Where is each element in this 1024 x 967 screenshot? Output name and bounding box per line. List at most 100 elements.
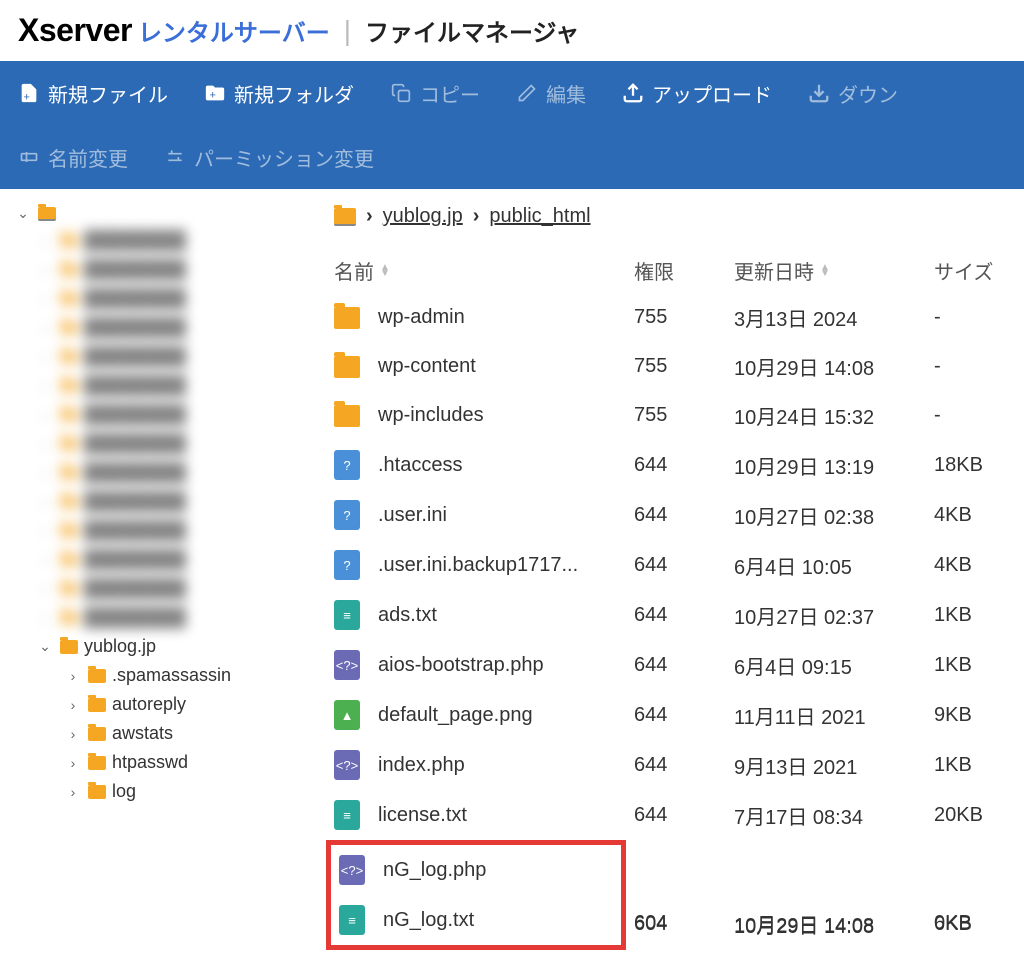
toolbar-upload-button[interactable]: アップロード [622, 79, 772, 108]
folder-icon [88, 756, 106, 770]
tree-item-yublogjp[interactable]: ⌄ yublog.jp [8, 632, 312, 661]
chevron-right-icon[interactable]: › [64, 726, 82, 742]
file-name: .user.ini.backup1717... [378, 554, 578, 577]
file-row[interactable]: <?>index.php6449月13日 20211KB [334, 740, 1024, 790]
file-perm: 644 [634, 554, 734, 577]
toolbar-label: アップロード [652, 79, 772, 108]
tree-item-hidden: ›████████ [8, 516, 312, 545]
breadcrumb-folder-icon [334, 208, 356, 226]
tree-item-hidden: ›████████ [8, 458, 312, 487]
toolbar-label: 新規フォルダ [234, 79, 354, 108]
file-name: default_page.png [378, 704, 533, 727]
file-name: index.php [378, 754, 465, 777]
chevron-right-icon[interactable]: › [64, 697, 82, 713]
upload-icon [622, 82, 644, 104]
column-header-size[interactable]: サイズ [934, 256, 1024, 285]
file-row[interactable]: ?.user.ini.backup1717...6446月4日 10:054KB [334, 540, 1024, 590]
main-panel: › yublog.jp › public_html 名前 ▲▼ 権限 更新日時 … [320, 189, 1024, 956]
breadcrumb-item-1[interactable]: public_html [489, 205, 590, 228]
txt-icon: ≡ [339, 905, 365, 935]
tree-item-label: log [112, 781, 136, 802]
tree-item-hidden: ›████████ [8, 342, 312, 371]
tree-item-autoreply[interactable]: ›autoreply [8, 690, 312, 719]
breadcrumb-item-0[interactable]: yublog.jp [383, 205, 463, 228]
file-row[interactable]: wp-includes75510月24日 15:32- [334, 391, 1024, 440]
file-perm: 644 [634, 454, 734, 477]
file-perm: 755 [634, 306, 734, 329]
tree-item-spamassassin[interactable]: › .spamassassin [8, 661, 312, 690]
tree-item-htpasswd[interactable]: ›htpasswd [8, 748, 312, 777]
toolbar-row-1: +新規ファイル+新規フォルダコピー編集アップロードダウン [18, 61, 1006, 125]
file-perm: 755 [634, 355, 734, 378]
tree-item-hidden: ›████████ [8, 371, 312, 400]
file-size: - [934, 355, 1024, 378]
file-row[interactable]: ▲default_page.png64411月11日 20219KB [334, 690, 1024, 740]
file-row[interactable]: <?>aios-bootstrap.php6446月4日 09:151KB [334, 640, 1024, 690]
tree-root[interactable]: ⌄ [8, 201, 312, 226]
breadcrumb: › yublog.jp › public_html [334, 201, 1024, 248]
header-divider: | [344, 15, 351, 47]
file-name: wp-includes [378, 404, 484, 427]
tree-item-hidden: ›████████ [8, 574, 312, 603]
file-name: nG_log.php [383, 859, 486, 882]
file-row[interactable]: ≡nG_log.txt [335, 895, 617, 945]
file-row[interactable]: ?.user.ini64410月27日 02:384KB [334, 490, 1024, 540]
file-row[interactable]: ?.htaccess64410月29日 13:1918KB [334, 440, 1024, 490]
server-folder-icon [38, 207, 56, 221]
img-icon: ▲ [334, 700, 360, 730]
file-size: 1KB [934, 654, 1024, 677]
toolbar-copy-button: コピー [390, 79, 480, 108]
chevron-right-icon[interactable]: › [64, 755, 82, 771]
svg-text:+: + [24, 91, 30, 103]
tree-item-hidden: ›████████ [8, 313, 312, 342]
file-row[interactable]: wp-admin7553月13日 2024- [334, 293, 1024, 342]
column-header-perm[interactable]: 権限 [634, 256, 734, 285]
file-size: 9KB [934, 704, 1024, 727]
file-name: .htaccess [378, 454, 462, 477]
txt-icon: ≡ [334, 600, 360, 630]
toolbar-folder-plus-button[interactable]: +新規フォルダ [204, 79, 354, 108]
header-bar: Xserver レンタルサーバー | ファイルマネージャ [0, 0, 1024, 61]
file-date: 10月29日 13:19 [734, 451, 934, 480]
file-name: aios-bootstrap.php [378, 654, 544, 677]
tree-item-label: yublog.jp [84, 636, 156, 657]
toolbar-label: コピー [420, 79, 480, 108]
file-perm: 604 [634, 913, 734, 936]
file-perm: 755 [634, 404, 734, 427]
table-header: 名前 ▲▼ 権限 更新日時 ▲▼ サイズ [334, 248, 1024, 293]
tree-item-awstats[interactable]: ›awstats [8, 719, 312, 748]
folder-icon [334, 307, 360, 329]
toolbar-label: ダウン [838, 79, 898, 108]
file-row[interactable]: wp-content 75510月29日 14:08- [334, 342, 1024, 391]
toolbar-label: 名前変更 [48, 143, 128, 172]
file-date: 10月29日 14:08 [734, 352, 934, 381]
file-row[interactable]: ≡ads.txt64410月27日 02:371KB [334, 590, 1024, 640]
file-name: license.txt [378, 804, 467, 827]
file-date: 9月13日 2021 [734, 751, 934, 780]
file-row[interactable]: <?>nG_log.php [335, 845, 617, 895]
folder-icon [88, 727, 106, 741]
chevron-down-icon[interactable]: ⌄ [36, 638, 54, 655]
file-name: wp-content [378, 355, 476, 378]
unknown-icon: ? [334, 450, 360, 480]
tree-item-hidden: ›████████ [8, 284, 312, 313]
column-header-name[interactable]: 名前 ▲▼ [334, 256, 634, 285]
file-date: 10月29日 14:08 [734, 909, 934, 938]
tree-item-label: .spamassassin [112, 665, 231, 686]
file-date: 11月11日 2021 [734, 701, 934, 730]
chevron-down-icon[interactable]: ⌄ [14, 205, 32, 222]
tree-item-hidden: ›████████ [8, 603, 312, 632]
file-date: 10月24日 15:32 [734, 401, 934, 430]
tree-item-hidden: ›████████ [8, 226, 312, 255]
toolbar-file-plus-button[interactable]: + 新規ファイル [18, 79, 168, 108]
file-row[interactable]: ≡license.txt6447月17日 08:3420KB [334, 790, 1024, 840]
copy-icon [390, 82, 412, 104]
toolbar-label: 新規ファイル [48, 79, 168, 108]
tree-item-log[interactable]: › log [8, 777, 312, 806]
column-header-date[interactable]: 更新日時 ▲▼ [734, 256, 934, 285]
chevron-right-icon[interactable]: › [64, 668, 82, 684]
toolbar-label: パーミッション変更 [194, 143, 374, 172]
file-size: 6KB [934, 913, 1024, 936]
file-name: ads.txt [378, 604, 437, 627]
chevron-right-icon[interactable]: › [64, 784, 82, 800]
